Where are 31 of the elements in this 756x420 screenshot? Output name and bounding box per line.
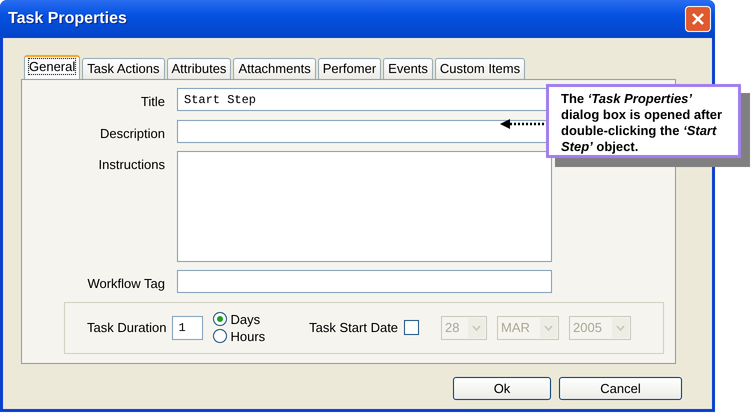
- dropdown: 28: [441, 316, 488, 340]
- field-label: Task Duration: [87, 318, 166, 337]
- input-field[interactable]: [177, 270, 552, 293]
- radio-option[interactable]: Days: [213, 310, 266, 328]
- window-title: Task Properties: [8, 9, 127, 29]
- dropdown: 2005: [569, 316, 632, 340]
- field-label: Instructions: [98, 156, 166, 174]
- cancel-button[interactable]: Cancel: [559, 377, 682, 400]
- caret-icon: [544, 324, 554, 330]
- text-area[interactable]: [177, 151, 552, 262]
- close-button[interactable]: [685, 6, 711, 32]
- caret-icon: [472, 324, 482, 330]
- checkbox[interactable]: [404, 320, 420, 335]
- tab[interactable]: Events: [383, 58, 433, 79]
- tab[interactable]: Attributes: [166, 58, 232, 79]
- ok-button[interactable]: Ok: [453, 377, 551, 400]
- radio-option[interactable]: Hours: [213, 328, 266, 344]
- field-label: Title: [140, 93, 166, 111]
- tab[interactable]: Custom Items: [434, 58, 526, 79]
- dropdown: MAR: [497, 316, 560, 340]
- tab[interactable]: Perfomer: [318, 58, 382, 79]
- input-field[interactable]: 1: [172, 316, 204, 340]
- field-label: Task Start Date: [309, 318, 398, 337]
- caret-icon: [616, 324, 626, 330]
- field-label: Description: [98, 124, 166, 143]
- tab[interactable]: Task Actions: [82, 58, 165, 79]
- tab[interactable]: General: [24, 55, 80, 79]
- close-icon: [691, 12, 705, 26]
- field-label: Workflow Tag: [86, 275, 166, 293]
- dotted-arrow: [500, 119, 547, 129]
- tab[interactable]: Attachments: [233, 58, 316, 79]
